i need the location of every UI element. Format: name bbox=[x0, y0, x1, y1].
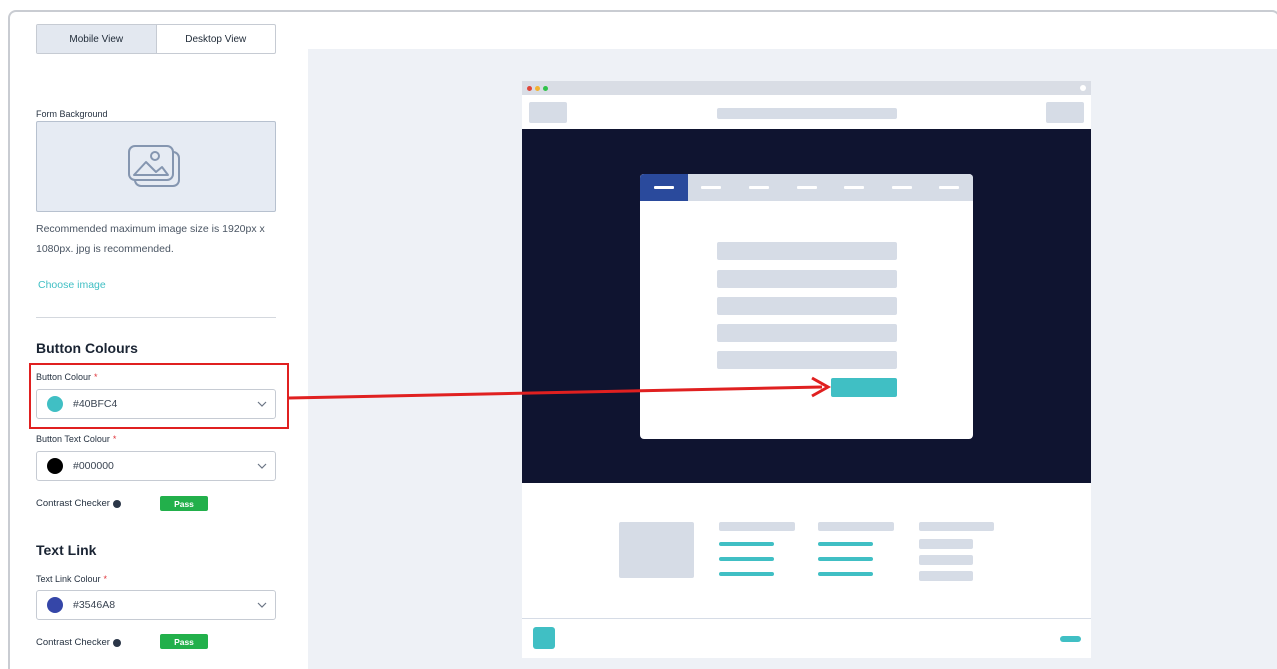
annotation-arrow bbox=[288, 376, 832, 400]
